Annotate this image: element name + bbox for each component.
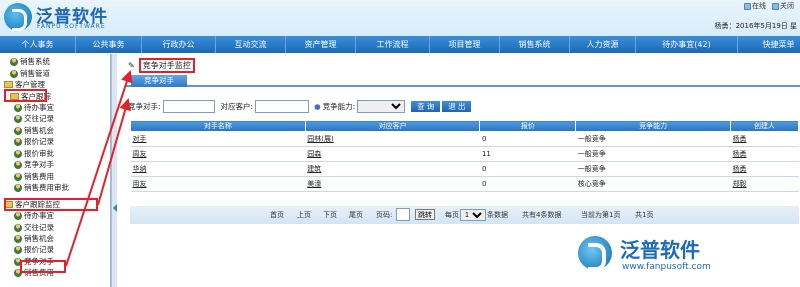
- watermark: 泛普软件 www.fanpusoft.com: [570, 230, 798, 286]
- watermark-url: www.fanpusoft.com: [622, 262, 711, 272]
- watermark-logo-icon: [578, 236, 612, 271]
- watermark-text: 泛普软件: [620, 238, 700, 262]
